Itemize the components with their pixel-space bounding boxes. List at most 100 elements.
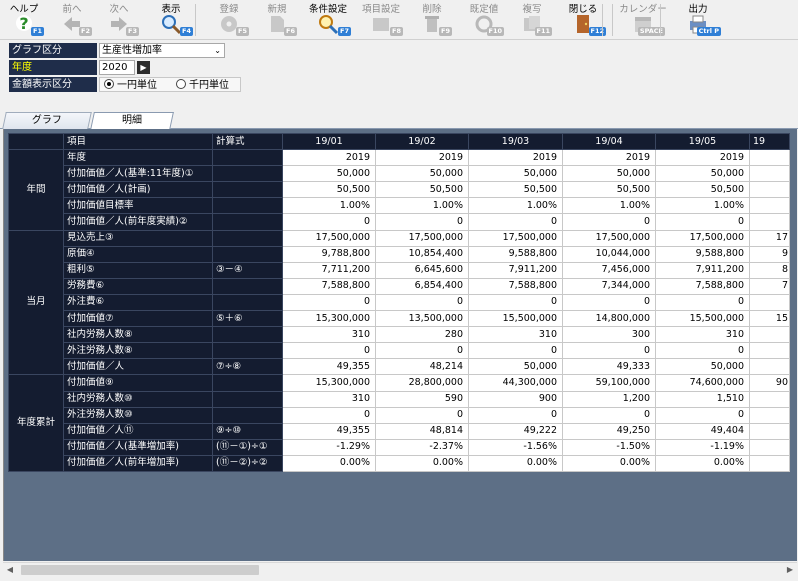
value-cell[interactable] — [749, 438, 790, 456]
value-cell[interactable]: 9,588,800 — [655, 245, 750, 263]
value-cell[interactable]: 7,711,200 — [282, 261, 376, 279]
value-cell[interactable]: 0 — [562, 406, 656, 424]
value-cell[interactable]: 7,588,800 — [655, 277, 750, 295]
value-cell[interactable]: 310 — [282, 326, 376, 344]
value-cell[interactable]: 7,911,200 — [468, 261, 563, 279]
value-cell[interactable] — [749, 213, 790, 231]
value-cell[interactable]: 0 — [282, 406, 376, 424]
value-cell[interactable]: 310 — [468, 326, 563, 344]
value-cell[interactable]: 50,000 — [282, 165, 376, 183]
value-cell[interactable]: 49,404 — [655, 422, 750, 440]
scroll-right-icon[interactable]: ▶ — [783, 563, 797, 577]
value-cell[interactable]: 9,588,800 — [468, 245, 563, 263]
value-cell[interactable]: -1.50% — [562, 438, 656, 456]
value-cell[interactable]: 7,911,200 — [655, 261, 750, 279]
value-cell[interactable]: 310 — [655, 326, 750, 344]
value-cell[interactable]: 10,854,400 — [375, 245, 469, 263]
value-cell[interactable]: 59,100,000 — [562, 374, 656, 392]
scroll-left-icon[interactable]: ◀ — [3, 563, 17, 577]
value-cell[interactable]: 49,250 — [562, 422, 656, 440]
value-cell[interactable]: 10,044,000 — [562, 245, 656, 263]
value-cell[interactable]: 280 — [375, 326, 469, 344]
toolbar-button[interactable]: 既定値 F10 — [462, 0, 506, 40]
value-cell[interactable]: 7,344,000 — [562, 277, 656, 295]
toolbar-button[interactable]: 条件設定 F7 — [303, 0, 353, 40]
toolbar-button[interactable]: 表示 F4 — [147, 0, 195, 40]
value-cell[interactable]: 15,300,000 — [282, 374, 376, 392]
toolbar-button[interactable]: 出力 Ctrl P — [673, 0, 723, 40]
value-cell[interactable]: 7,456,000 — [562, 261, 656, 279]
value-cell[interactable] — [749, 181, 790, 199]
value-cell[interactable]: 50,000 — [468, 358, 563, 376]
value-cell[interactable]: 28,800,000 — [375, 374, 469, 392]
value-cell[interactable]: 48,814 — [375, 422, 469, 440]
value-cell[interactable]: 15,500,000 — [468, 310, 563, 328]
value-cell[interactable]: 0 — [562, 213, 656, 231]
value-cell[interactable]: 1.00% — [562, 197, 656, 215]
value-cell[interactable]: 0.00% — [468, 454, 563, 472]
value-cell[interactable]: 1.00% — [375, 197, 469, 215]
toolbar-button[interactable]: 登録 F5 — [207, 0, 251, 40]
value-cell[interactable]: 0 — [562, 342, 656, 360]
year-input[interactable]: 2020 — [99, 60, 135, 75]
value-cell[interactable]: 50,500 — [468, 181, 563, 199]
value-cell[interactable]: 13,500,000 — [375, 310, 469, 328]
value-cell[interactable]: 0 — [468, 406, 563, 424]
value-cell[interactable]: 49,333 — [562, 358, 656, 376]
value-cell[interactable]: 50,000 — [655, 358, 750, 376]
value-cell[interactable]: 0 — [468, 342, 563, 360]
toolbar-button[interactable]: 複写 F11 — [510, 0, 554, 40]
toolbar-button[interactable]: 項目設定 F8 — [357, 0, 405, 40]
value-cell[interactable]: 0 — [655, 293, 750, 312]
toolbar-button[interactable]: 次へ F3 — [97, 0, 141, 40]
value-cell[interactable] — [749, 293, 790, 312]
value-cell[interactable]: 17,500,000 — [562, 229, 656, 247]
value-cell[interactable]: 1,200 — [562, 390, 656, 408]
value-cell[interactable]: 14,800,000 — [562, 310, 656, 328]
value-cell[interactable]: 49,355 — [282, 422, 376, 440]
value-cell[interactable]: 0.00% — [375, 454, 469, 472]
value-cell[interactable]: 0 — [282, 213, 376, 231]
value-cell[interactable]: 50,000 — [562, 165, 656, 183]
value-cell[interactable] — [749, 326, 790, 344]
tab-detail[interactable]: 明細 — [90, 112, 174, 130]
value-cell[interactable]: 1.00% — [655, 197, 750, 215]
value-cell[interactable]: 0.00% — [655, 454, 750, 472]
value-cell[interactable] — [749, 390, 790, 408]
detail-grid-area[interactable]: 項目 計算式 19/01 19/02 19/03 19/04 19/05 19 … — [3, 129, 797, 561]
value-cell[interactable]: 74,600,000 — [655, 374, 750, 392]
value-cell[interactable]: 0.00% — [282, 454, 376, 472]
value-cell[interactable]: 0 — [282, 342, 376, 360]
value-cell[interactable]: 6,854,400 — [375, 277, 469, 295]
toolbar-button[interactable]: 閉じる F12 — [558, 0, 608, 40]
toolbar-button[interactable]: ヘルプ? F1 — [2, 0, 46, 40]
value-cell[interactable]: 310 — [282, 390, 376, 408]
value-cell[interactable] — [749, 422, 790, 440]
value-cell[interactable]: 50,000 — [468, 165, 563, 183]
value-cell[interactable] — [749, 149, 790, 167]
value-cell[interactable] — [749, 342, 790, 360]
value-cell[interactable]: 17,500,000 — [655, 229, 750, 247]
value-cell[interactable]: 15,500,000 — [655, 310, 750, 328]
value-cell[interactable]: 9 — [749, 245, 790, 263]
value-cell[interactable] — [749, 454, 790, 472]
value-cell[interactable]: 17,500,000 — [375, 229, 469, 247]
value-cell[interactable]: 0 — [282, 293, 376, 312]
value-cell[interactable]: 900 — [468, 390, 563, 408]
toolbar-button[interactable]: 前へ F2 — [50, 0, 94, 40]
value-cell[interactable]: 17,500,000 — [282, 229, 376, 247]
value-cell[interactable]: 0 — [375, 213, 469, 231]
value-cell[interactable]: 50,500 — [562, 181, 656, 199]
tab-graph[interactable]: グラフ — [2, 112, 92, 129]
value-cell[interactable]: 0 — [375, 293, 469, 312]
value-cell[interactable]: 15 — [749, 310, 790, 328]
value-cell[interactable] — [749, 165, 790, 183]
value-cell[interactable]: 7,588,800 — [282, 277, 376, 295]
value-cell[interactable]: 17,500,000 — [468, 229, 563, 247]
year-picker-button[interactable]: ▶ — [137, 61, 150, 74]
value-cell[interactable]: 1,510 — [655, 390, 750, 408]
horizontal-scrollbar[interactable]: ◀ ▶ — [3, 562, 797, 576]
value-cell[interactable]: 9,788,800 — [282, 245, 376, 263]
value-cell[interactable]: 50,500 — [655, 181, 750, 199]
value-cell[interactable]: 50,000 — [655, 165, 750, 183]
